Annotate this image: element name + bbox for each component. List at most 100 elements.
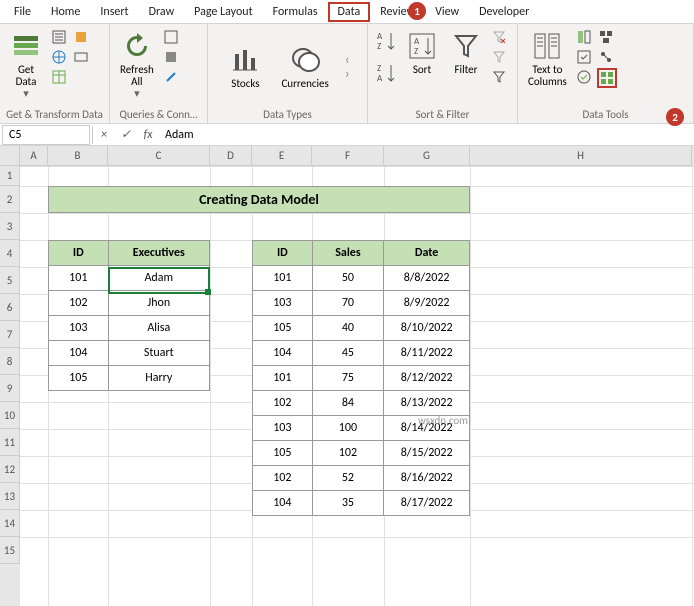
table-cell: 101 [253,366,313,391]
clear-filter-icon[interactable] [490,28,508,46]
tab-formulas[interactable]: Formulas [263,2,328,22]
table-cell: Jhon [108,291,209,316]
row-header-13[interactable]: 13 [0,483,20,510]
reapply-icon[interactable] [490,48,508,66]
name-box[interactable] [2,125,90,145]
relationships-icon[interactable] [597,48,615,66]
existing-connections-icon[interactable] [72,48,90,66]
row-header-14[interactable]: 14 [0,510,20,537]
tab-home[interactable]: Home [41,2,90,22]
tab-data[interactable]: Data [328,2,371,22]
table-row: 104458/11/2022 [253,341,470,366]
table-cell: 103 [253,416,313,441]
remove-duplicates-icon[interactable] [575,48,593,66]
table-sales: IDSalesDate101508/8/2022103708/9/2022105… [252,240,470,516]
table-row: 102Jhon [49,291,210,316]
manage-data-model-button[interactable] [597,68,617,88]
table-cell: Stuart [108,341,209,366]
col-header-C[interactable]: C [108,146,210,166]
tab-insert[interactable]: Insert [90,2,138,22]
table-cell: 8/17/2022 [384,491,470,516]
edit-links-icon[interactable] [162,68,180,86]
table-cell: 103 [253,291,313,316]
table-row: 101758/12/2022 [253,366,470,391]
table-cell: 103 [49,316,109,341]
ribbon-tabs: FileHomeInsertDrawPage LayoutFormulasDat… [0,0,694,24]
group-label: Queries & Conn… [116,106,201,121]
enter-formula-icon[interactable]: ✓ [115,125,137,145]
col-header-A[interactable]: A [20,146,48,166]
table-cell: 102 [49,291,109,316]
col-header-H[interactable]: H [470,146,692,166]
row-header-4[interactable]: 4 [0,240,20,267]
from-table-icon[interactable] [50,68,68,86]
table-cell: 8/12/2022 [384,366,470,391]
row-header-1[interactable]: 1 [0,166,20,186]
properties-icon[interactable] [162,48,180,66]
from-text-csv-icon[interactable] [50,28,68,46]
col-header-E[interactable]: E [252,146,312,166]
refresh-all-button[interactable]: Refresh All▾ [116,28,158,102]
row-header-9[interactable]: 9 [0,375,20,402]
worksheet-cells[interactable]: Creating Data Model IDExecutives101Adam1… [20,166,694,606]
cancel-formula-icon[interactable]: × [93,125,115,145]
row-header-11[interactable]: 11 [0,429,20,456]
tab-page-layout[interactable]: Page Layout [184,2,262,22]
table-cell: Harry [108,366,209,391]
table-header: ID [49,241,109,266]
get-data-button[interactable]: Get Data▾ [6,28,46,102]
table-cell: 8/16/2022 [384,466,470,491]
table-cell: 101 [253,266,313,291]
col-header-G[interactable]: G [384,146,470,166]
recent-sources-icon[interactable] [72,28,90,46]
data-validation-icon[interactable] [575,68,593,86]
fx-icon[interactable]: fx [137,125,159,145]
select-all-corner[interactable] [0,146,20,166]
table-cell: 45 [312,341,384,366]
table-header: Executives [108,241,209,266]
table-cell: 105 [253,316,313,341]
sort-button[interactable]: AZ Sort [402,28,442,78]
row-header-5[interactable]: 5 [0,267,20,294]
currencies-button[interactable]: Currencies [277,42,332,92]
tab-file[interactable]: File [4,2,41,22]
row-header-2[interactable]: 2 [0,186,20,213]
table-cell: 102 [312,441,384,466]
text-to-columns-button[interactable]: Text to Columns [524,28,571,90]
table-cell: 70 [312,291,384,316]
tab-view[interactable]: View [425,2,469,22]
col-header-F[interactable]: F [312,146,384,166]
table-row: 104358/17/2022 [253,491,470,516]
advanced-icon[interactable] [490,68,508,86]
col-header-B[interactable]: B [48,146,108,166]
tab-developer[interactable]: Developer [469,2,539,22]
formula-input[interactable] [159,125,694,145]
sort-za-icon[interactable]: ZA [374,60,398,88]
table-executives: IDExecutives101Adam102Jhon103Alisa104Stu… [48,240,210,391]
flash-fill-icon[interactable] [575,28,593,46]
table-row: 103Alisa [49,316,210,341]
tab-draw[interactable]: Draw [139,2,185,22]
sort-az-icon[interactable]: AZ [374,28,398,56]
table-row: 101Adam [49,266,210,291]
annotation-badge-2: 2 [666,108,684,126]
table-row: 105408/10/2022 [253,316,470,341]
svg-text:A: A [377,73,383,84]
row-header-10[interactable]: 10 [0,402,20,429]
stocks-button[interactable]: Stocks [225,42,265,92]
row-header-12[interactable]: 12 [0,456,20,483]
table-row: 104Stuart [49,341,210,366]
table-cell: 52 [312,466,384,491]
row-header-7[interactable]: 7 [0,321,20,348]
table-cell: 8/11/2022 [384,341,470,366]
row-header-3[interactable]: 3 [0,213,20,240]
queries-icon[interactable] [162,28,180,46]
filter-button[interactable]: Filter [446,28,486,78]
table-cell: 40 [312,316,384,341]
row-header-6[interactable]: 6 [0,294,20,321]
consolidate-icon[interactable] [597,28,615,46]
from-web-icon[interactable] [50,48,68,66]
row-header-15[interactable]: 15 [0,537,20,564]
row-header-8[interactable]: 8 [0,348,20,375]
col-header-D[interactable]: D [210,146,252,166]
